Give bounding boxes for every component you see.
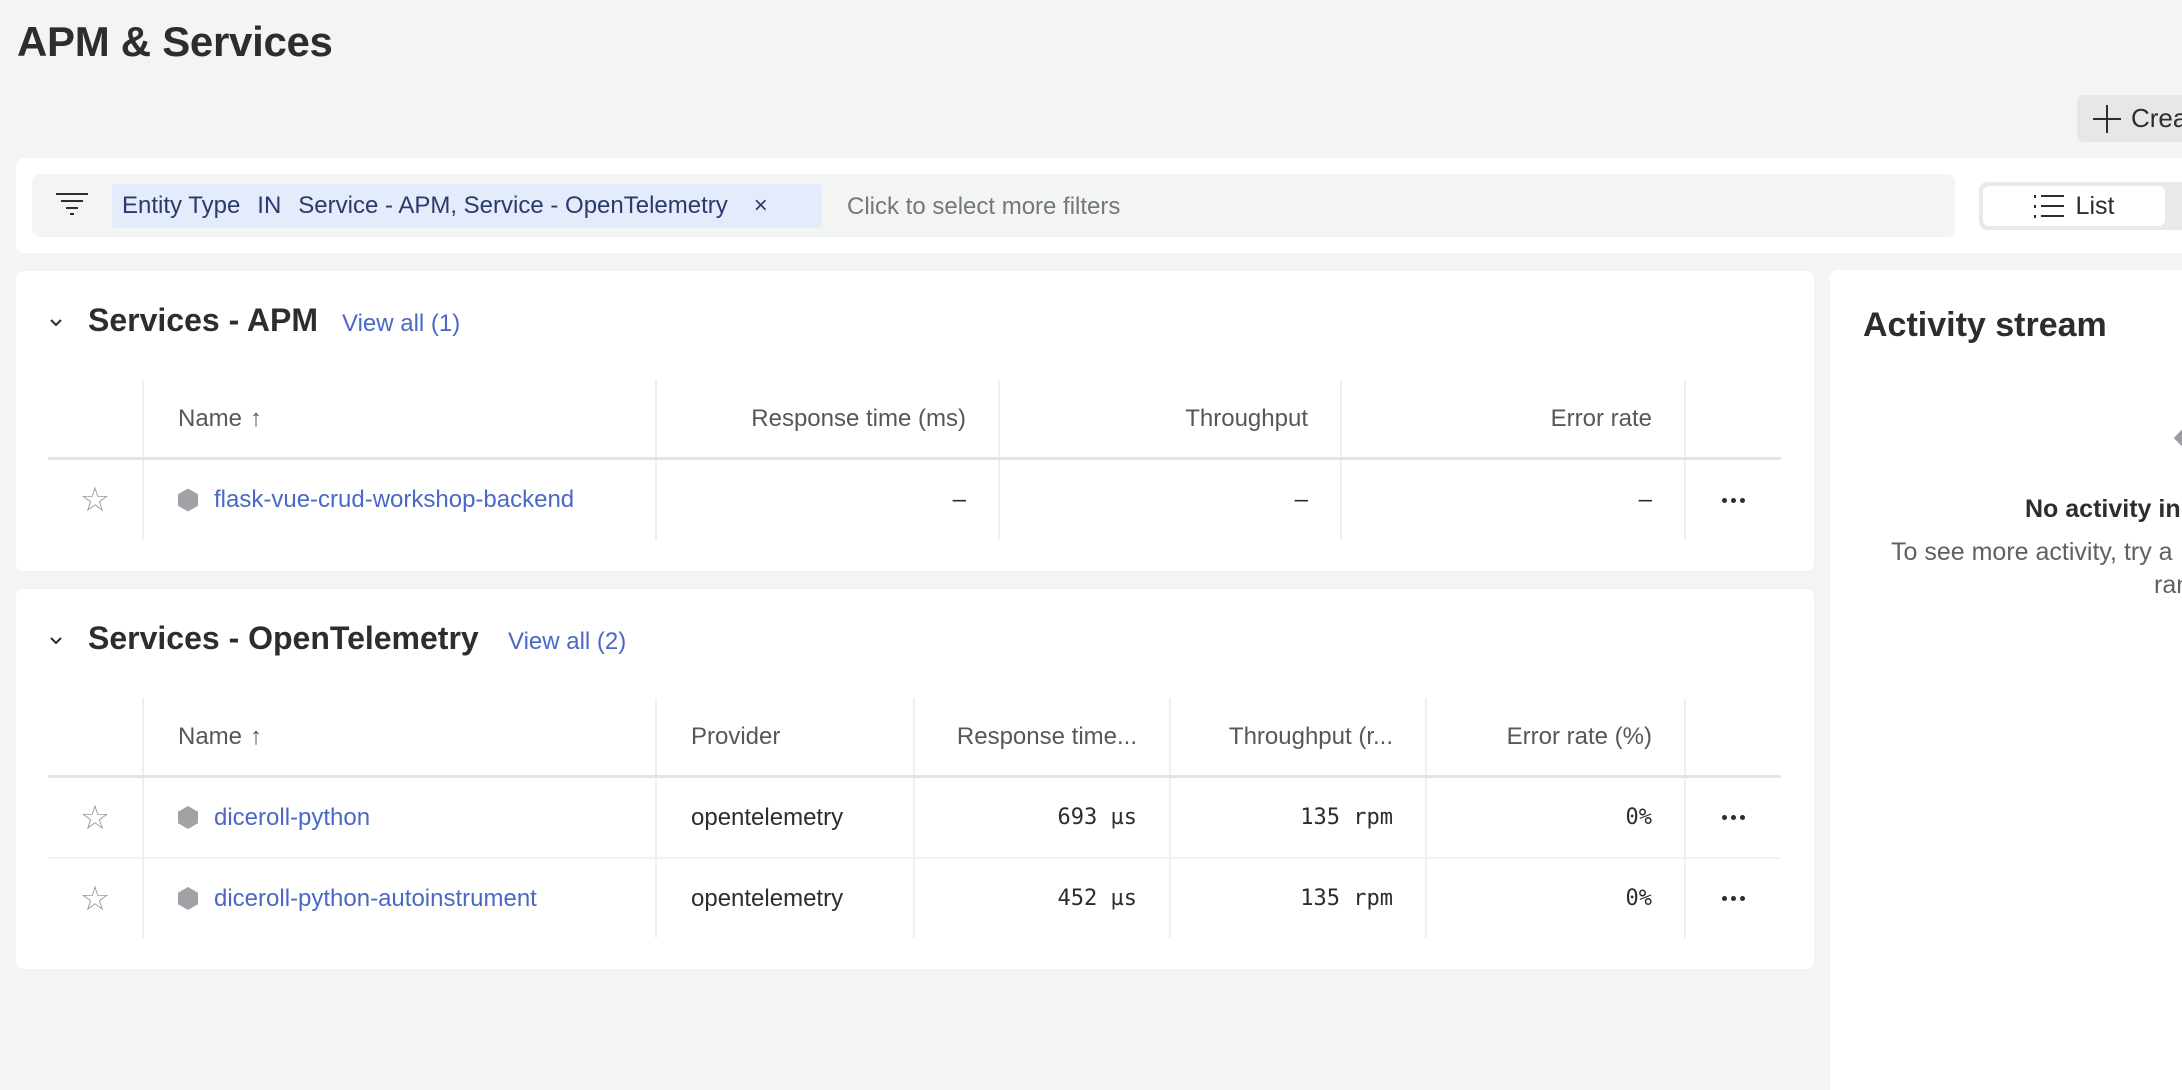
table-row[interactable]: ☆ diceroll-python opentelemetry 693 µs 1… bbox=[48, 778, 1781, 859]
column-header-name[interactable]: Name ↑ bbox=[142, 380, 655, 457]
entity-name-link[interactable]: diceroll-python-autoinstrument bbox=[214, 885, 537, 913]
sort-ascending-icon: ↑ bbox=[250, 722, 263, 750]
filter-chip-entity-type[interactable]: Entity Type IN Service - APM, Service - … bbox=[112, 184, 822, 228]
chevron-down-icon[interactable] bbox=[49, 634, 63, 648]
table-header: Name ↑ Response time (ms) Throughput Err… bbox=[48, 380, 1781, 460]
activity-stream-title: Activity stream bbox=[1863, 306, 2107, 344]
activity-stream-panel bbox=[1830, 270, 2182, 1090]
empty-state-description: To see more activity, try a bbox=[1891, 538, 2173, 566]
close-icon[interactable]: × bbox=[754, 192, 768, 220]
view-list-button[interactable]: List bbox=[1983, 186, 2165, 226]
filter-chip-field: Entity Type bbox=[122, 192, 241, 219]
section-title-apm: Services - APM bbox=[88, 302, 319, 338]
star-icon[interactable]: ☆ bbox=[80, 483, 110, 517]
table-row[interactable]: ☆ flask-vue-crud-workshop-backend – – – bbox=[48, 460, 1781, 540]
response-time-value: 452 µs bbox=[913, 859, 1169, 938]
column-header-provider[interactable]: Provider bbox=[655, 698, 913, 775]
column-header-error-rate[interactable]: Error rate bbox=[1340, 380, 1684, 457]
page-title: APM & Services bbox=[17, 18, 333, 65]
column-header-throughput[interactable]: Throughput (r... bbox=[1169, 698, 1425, 775]
provider-value: opentelemetry bbox=[655, 778, 913, 857]
entity-name-link[interactable]: flask-vue-crud-workshop-backend bbox=[214, 486, 574, 514]
entity-name-link[interactable]: diceroll-python bbox=[214, 804, 370, 832]
create-entity-button[interactable]: Create bbox=[2077, 95, 2182, 142]
filter-chip-values: Service - APM, Service - OpenTelemetry bbox=[298, 192, 728, 219]
filter-icon[interactable] bbox=[56, 193, 88, 215]
throughput-value: 135 rpm bbox=[1169, 859, 1425, 938]
service-entity-icon bbox=[178, 488, 198, 512]
table-header: Name ↑ Provider Response time... Through… bbox=[48, 698, 1781, 778]
create-button-label: Create bbox=[2131, 103, 2182, 133]
list-icon bbox=[2033, 194, 2064, 218]
error-rate-value: – bbox=[1340, 460, 1684, 540]
filter-chip-operator: IN bbox=[257, 192, 282, 219]
service-entity-icon bbox=[178, 806, 198, 829]
error-rate-value: 0% bbox=[1425, 778, 1684, 857]
throughput-value: – bbox=[998, 460, 1340, 540]
column-header-response-time[interactable]: Response time... bbox=[913, 698, 1169, 775]
column-header-error-rate[interactable]: Error rate (%) bbox=[1425, 698, 1684, 775]
response-time-value: – bbox=[655, 460, 998, 540]
view-list-label: List bbox=[2075, 191, 2115, 220]
column-header-name[interactable]: Name ↑ bbox=[142, 698, 655, 775]
section-title-otel: Services - OpenTelemetry bbox=[88, 620, 479, 656]
sort-ascending-icon: ↑ bbox=[250, 404, 263, 432]
provider-value: opentelemetry bbox=[655, 859, 913, 938]
more-actions-icon[interactable] bbox=[1722, 497, 1745, 503]
plus-icon bbox=[2093, 104, 2121, 133]
star-icon[interactable]: ☆ bbox=[80, 801, 110, 835]
column-header-throughput[interactable]: Throughput bbox=[998, 380, 1340, 457]
throughput-value: 135 rpm bbox=[1169, 778, 1425, 857]
view-all-apm-link[interactable]: View all (1) bbox=[342, 310, 460, 338]
empty-state-description-line2: ran bbox=[2154, 571, 2182, 599]
service-entity-icon bbox=[178, 887, 198, 910]
response-time-value: 693 µs bbox=[913, 778, 1169, 857]
empty-state-title: No activity in bbox=[2025, 495, 2181, 523]
filter-placeholder[interactable]: Click to select more filters bbox=[847, 193, 1120, 221]
star-icon[interactable]: ☆ bbox=[80, 882, 110, 916]
more-actions-icon[interactable] bbox=[1722, 896, 1745, 901]
column-header-response-time[interactable]: Response time (ms) bbox=[655, 380, 998, 457]
table-row[interactable]: ☆ diceroll-python-autoinstrument opentel… bbox=[48, 859, 1781, 938]
more-actions-icon[interactable] bbox=[1722, 815, 1745, 820]
error-rate-value: 0% bbox=[1425, 859, 1684, 938]
view-all-otel-link[interactable]: View all (2) bbox=[508, 628, 626, 656]
chevron-down-icon[interactable] bbox=[49, 316, 63, 330]
